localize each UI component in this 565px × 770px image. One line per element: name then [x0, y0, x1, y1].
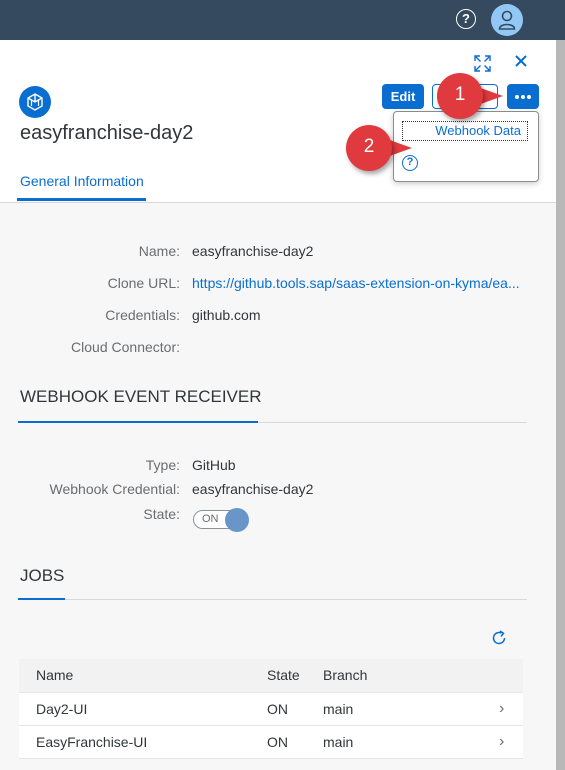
tab-selected-indicator — [17, 198, 146, 201]
table-row[interactable]: Day2-UI ON main › — [19, 693, 523, 726]
more-dot — [515, 95, 519, 99]
switch-text: ON — [202, 513, 219, 525]
page-title: easyfranchise-day2 — [20, 122, 194, 144]
more-dot — [521, 95, 525, 99]
step-badge-1: 1 — [437, 73, 483, 119]
column-header-branch[interactable]: Branch — [323, 659, 367, 692]
full-screen-icon[interactable] — [474, 55, 491, 72]
actions-popover: Webhook Data ? — [393, 111, 539, 182]
cloud-connector-label: Cloud Connector: — [71, 339, 180, 355]
name-value: easyfranchise-day2 — [192, 243, 314, 259]
job-name: EasyFranchise-UI — [36, 734, 148, 750]
object-header: easyfranchise-day2 General Information E… — [0, 40, 556, 203]
step-badge-2: 2 — [346, 125, 392, 171]
tab-general-information[interactable]: General Information — [20, 173, 144, 189]
clone-url-link[interactable]: https://github.tools.sap/saas-extension-… — [192, 275, 520, 291]
job-branch: main — [323, 734, 354, 750]
section-underline — [18, 421, 258, 423]
webhook-credential-value: easyfranchise-day2 — [192, 481, 314, 497]
close-icon[interactable] — [514, 54, 528, 68]
column-header-state[interactable]: State — [267, 659, 300, 692]
chevron-right-icon: › — [499, 733, 505, 750]
help-icon[interactable]: ? — [456, 9, 476, 29]
type-label: Type: — [145, 457, 180, 473]
vertical-scrollbar[interactable] — [556, 40, 565, 770]
section-underline — [18, 598, 65, 600]
more-actions-button[interactable] — [507, 84, 539, 109]
webhook-section-title: WEBHOOK EVENT RECEIVER — [20, 387, 262, 406]
webhook-credential-label: Webhook Credential: — [49, 481, 180, 497]
jobs-section-title: JOBS — [20, 566, 65, 585]
cube-icon — [27, 93, 43, 111]
webhook-data-menu-item[interactable]: Webhook Data — [402, 121, 528, 141]
state-label: State: — [143, 506, 180, 522]
job-state: ON — [267, 734, 288, 750]
state-toggle-switch[interactable]: ON — [193, 508, 249, 532]
job-name: Day2-UI — [36, 701, 88, 717]
job-branch: main — [323, 701, 354, 717]
chevron-right-icon: › — [499, 700, 505, 717]
table-row[interactable]: EasyFranchise-UI ON main › — [19, 726, 523, 759]
credentials-label: Credentials: — [105, 307, 180, 323]
table-header: Name State Branch — [19, 659, 523, 693]
section-divider — [18, 599, 527, 600]
column-header-name[interactable]: Name — [36, 659, 73, 692]
switch-knob — [225, 508, 249, 532]
name-label: Name: — [138, 243, 180, 259]
repository-logo — [19, 86, 51, 118]
shell-bar: ? — [0, 0, 565, 40]
more-dot — [527, 95, 531, 99]
jobs-table: Name State Branch Day2-UI ON main › Easy… — [19, 659, 523, 759]
job-state: ON — [267, 701, 288, 717]
credentials-value: github.com — [192, 307, 261, 323]
refresh-icon[interactable] — [490, 629, 508, 647]
clone-url-label: Clone URL: — [107, 275, 180, 291]
type-value: GitHub — [192, 457, 236, 473]
edit-button[interactable]: Edit — [382, 84, 424, 109]
user-avatar[interactable] — [491, 4, 523, 36]
user-icon — [498, 10, 516, 30]
